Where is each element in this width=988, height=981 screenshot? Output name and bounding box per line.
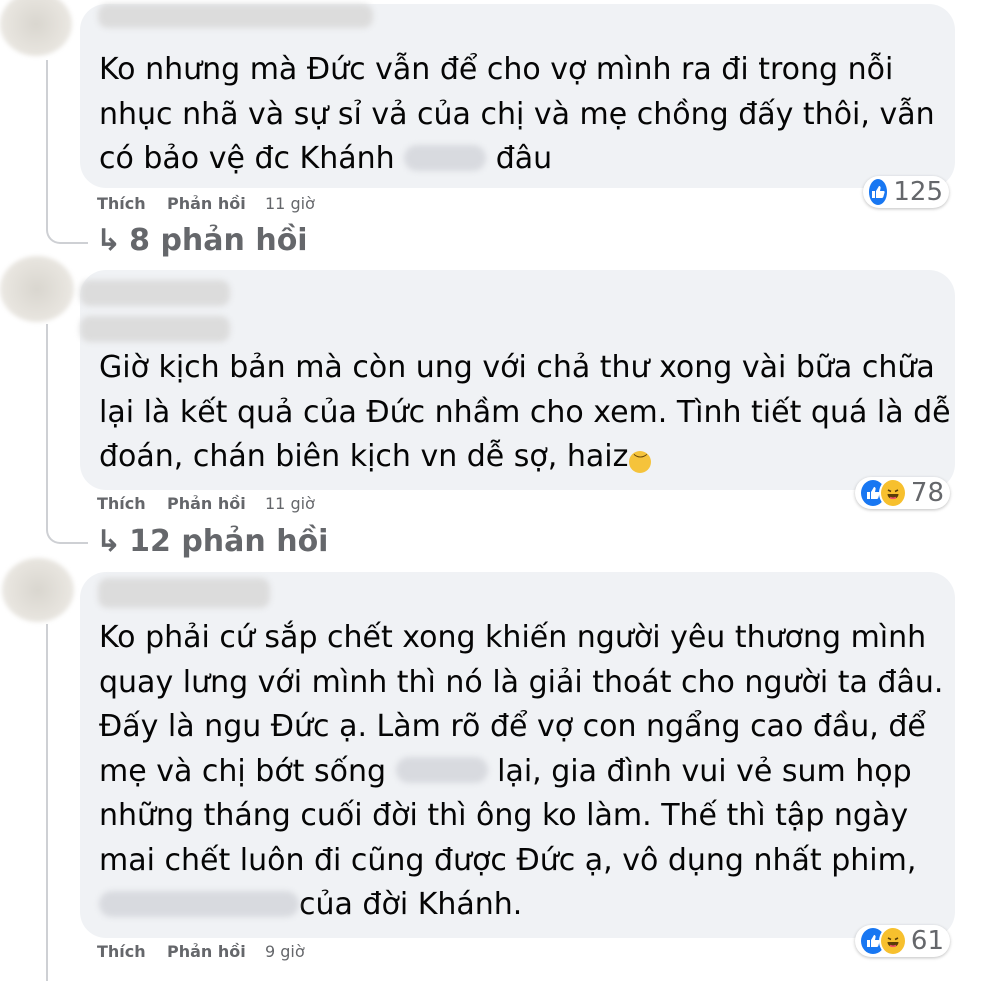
comment-line: Đấy là ngu Đức ạ. Làm rõ để vợ con ngẩng… bbox=[99, 709, 926, 744]
comment-line: những tháng cuối đời thì ông ko làm. Thế… bbox=[99, 798, 909, 833]
comment-text: Giờ kịch bản mà còn ung với chả thư xong… bbox=[99, 346, 951, 480]
replies-count-label: 12 phản hồi bbox=[129, 524, 329, 559]
thread-connector bbox=[46, 500, 88, 544]
comment-bubble: Ko nhưng mà Đức vẫn để cho vợ mình ra đi… bbox=[80, 4, 955, 188]
redacted-word bbox=[404, 144, 487, 171]
comment-line: mai chết luôn đi cũng được Đức ạ, vô dụn… bbox=[99, 842, 917, 878]
reply-arrow-icon: ↳ bbox=[96, 223, 122, 258]
sad-face-emoji: ︶ bbox=[629, 451, 652, 473]
avatar[interactable] bbox=[2, 558, 74, 622]
like-button[interactable]: Thích bbox=[97, 494, 146, 513]
comment-actions: Thích Phản hồi 11 giờ bbox=[97, 494, 397, 516]
thread-line bbox=[46, 324, 48, 520]
commenter-name-redacted[interactable] bbox=[98, 578, 270, 608]
comment-line: quay lưng với mình thì nó là giải thoát … bbox=[99, 664, 944, 700]
commenter-name-redacted[interactable] bbox=[98, 4, 373, 28]
reaction-count: 78 bbox=[910, 478, 944, 508]
reply-button[interactable]: Phản hồi bbox=[167, 494, 246, 513]
haha-icon bbox=[878, 926, 907, 956]
avatar[interactable] bbox=[0, 256, 74, 322]
redacted-word bbox=[395, 757, 488, 783]
comment-line: Giờ kịch bản mà còn ung với chả thư xong… bbox=[99, 350, 935, 385]
reply-button[interactable]: Phản hồi bbox=[167, 942, 246, 961]
comment-bubble: Giờ kịch bản mà còn ung với chả thư xong… bbox=[80, 270, 955, 490]
commenter-name-redacted[interactable] bbox=[80, 280, 230, 306]
comment-actions: Thích Phản hồi 11 giờ bbox=[97, 194, 397, 216]
avatar[interactable] bbox=[0, 0, 72, 56]
reaction-summary[interactable]: 78 bbox=[855, 477, 950, 509]
thread-line bbox=[46, 60, 48, 220]
comment-line: mẹ và chị bớt sống lại, gia đình vui vẻ … bbox=[99, 753, 912, 789]
thread-connector bbox=[46, 200, 88, 244]
comment-line: nhục nhã và sự sỉ vả của chị và mẹ chồng… bbox=[99, 96, 935, 132]
comment-line: lại là kết quả của Đức nhầm cho xem. Tìn… bbox=[99, 394, 951, 430]
comment-line: Ko phải cứ sắp chết xong khiến người yêu… bbox=[99, 620, 927, 655]
comment-timestamp[interactable]: 11 giờ bbox=[265, 494, 315, 513]
comment-timestamp[interactable]: 11 giờ bbox=[265, 194, 315, 213]
haha-icon bbox=[878, 478, 907, 508]
like-icon bbox=[867, 177, 890, 207]
comment-bubble: Ko phải cứ sắp chết xong khiến người yêu… bbox=[80, 572, 955, 938]
like-button[interactable]: Thích bbox=[97, 194, 146, 213]
comment-line: của đời Khánh. bbox=[99, 883, 943, 928]
redacted-word bbox=[99, 890, 299, 917]
view-replies-button[interactable]: ↳ 8 phản hồi bbox=[96, 223, 308, 258]
view-replies-button[interactable]: ↳ 12 phản hồi bbox=[96, 524, 328, 559]
comment-text: Ko phải cứ sắp chết xong khiến người yêu… bbox=[99, 616, 943, 928]
comment-line: đoán, chán biên kịch vn dễ sợ, haiz ︶ bbox=[99, 435, 951, 480]
reply-button[interactable]: Phản hồi bbox=[167, 194, 246, 213]
reaction-count: 61 bbox=[910, 926, 944, 956]
reaction-summary[interactable]: 61 bbox=[855, 925, 950, 957]
commenter-name-redacted[interactable] bbox=[80, 316, 230, 342]
comment-timestamp[interactable]: 9 giờ bbox=[265, 942, 305, 961]
reply-arrow-icon: ↳ bbox=[96, 524, 122, 559]
comment-actions: Thích Phản hồi 9 giờ bbox=[97, 942, 397, 964]
comment-line: Ko nhưng mà Đức vẫn để cho vợ mình ra đi… bbox=[99, 52, 894, 87]
comment-line: có bảo vệ đc Khánh đâu bbox=[99, 141, 553, 176]
thread-line bbox=[46, 624, 48, 981]
comment-text: Ko nhưng mà Đức vẫn để cho vợ mình ra đi… bbox=[99, 48, 935, 182]
like-button[interactable]: Thích bbox=[97, 942, 146, 961]
reaction-count: 125 bbox=[893, 177, 943, 207]
replies-count-label: 8 phản hồi bbox=[129, 223, 308, 258]
reaction-summary[interactable]: 125 bbox=[863, 176, 949, 208]
